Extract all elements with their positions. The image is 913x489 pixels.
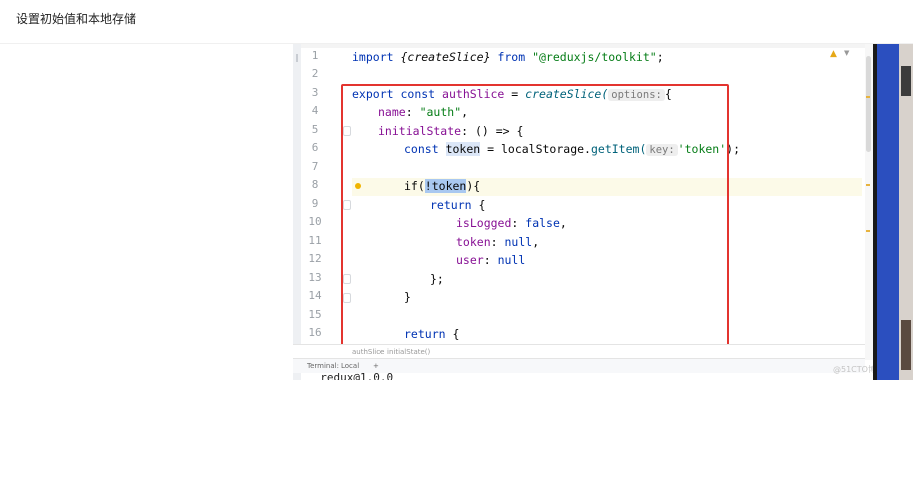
line-number: 14 [308, 289, 322, 302]
line-number: 6 [311, 141, 319, 154]
scrollbar-marker[interactable] [866, 96, 870, 98]
code-line: import {createSlice} from "@reduxjs/tool… [352, 48, 664, 66]
code-token: from [497, 50, 526, 64]
line-number: 7 [311, 160, 319, 173]
line-number: 15 [308, 308, 322, 321]
breadcrumb-item[interactable]: initialState() [387, 348, 430, 356]
terminal-local-tab[interactable]: Local [341, 362, 359, 370]
gutter-marker [296, 54, 298, 62]
scrollbar-marker[interactable] [866, 184, 870, 186]
code-token: ; [656, 50, 664, 64]
code-token: {createSlice} [400, 50, 491, 64]
line-number: 12 [308, 252, 322, 265]
chevron-down-icon[interactable]: ▼ [844, 49, 849, 57]
line-number: 10 [308, 215, 322, 228]
line-number: 5 [311, 123, 319, 136]
terminal-tab-label[interactable]: Terminal: [307, 362, 339, 370]
scrollbar-marker[interactable] [866, 230, 870, 232]
code-screenshot: 1 2 3 4 5 6 7 8 9 10 11 12 13 14 15 16 i… [293, 44, 913, 380]
highlight-box [341, 84, 729, 348]
line-number: 4 [311, 104, 319, 117]
code-token: "@reduxjs/toolkit" [532, 50, 657, 64]
side-thumbnail-photo [901, 320, 911, 370]
editor-gutter [293, 44, 301, 380]
line-number: 11 [308, 234, 322, 247]
line-number: 9 [311, 197, 319, 210]
terminal-output: redux@1.0.0 [307, 371, 394, 381]
side-thumbnail-dark [901, 66, 911, 96]
side-panel [877, 44, 899, 380]
line-number: 8 [311, 178, 319, 191]
scrollbar-thumb[interactable] [866, 56, 871, 152]
line-number: 13 [308, 271, 322, 284]
line-number: 3 [311, 86, 319, 99]
code-token: import [352, 50, 394, 64]
line-number: 1 [311, 49, 319, 62]
line-number: 16 [308, 326, 322, 339]
warning-icon[interactable]: ▲ [830, 49, 837, 59]
breadcrumb: authSlice › initialState() [293, 344, 865, 359]
breadcrumb-separator: › [379, 348, 382, 356]
line-number: 2 [311, 67, 319, 80]
new-terminal-button[interactable]: + [373, 362, 379, 370]
page-heading: 设置初始值和本地存储 [16, 12, 137, 26]
